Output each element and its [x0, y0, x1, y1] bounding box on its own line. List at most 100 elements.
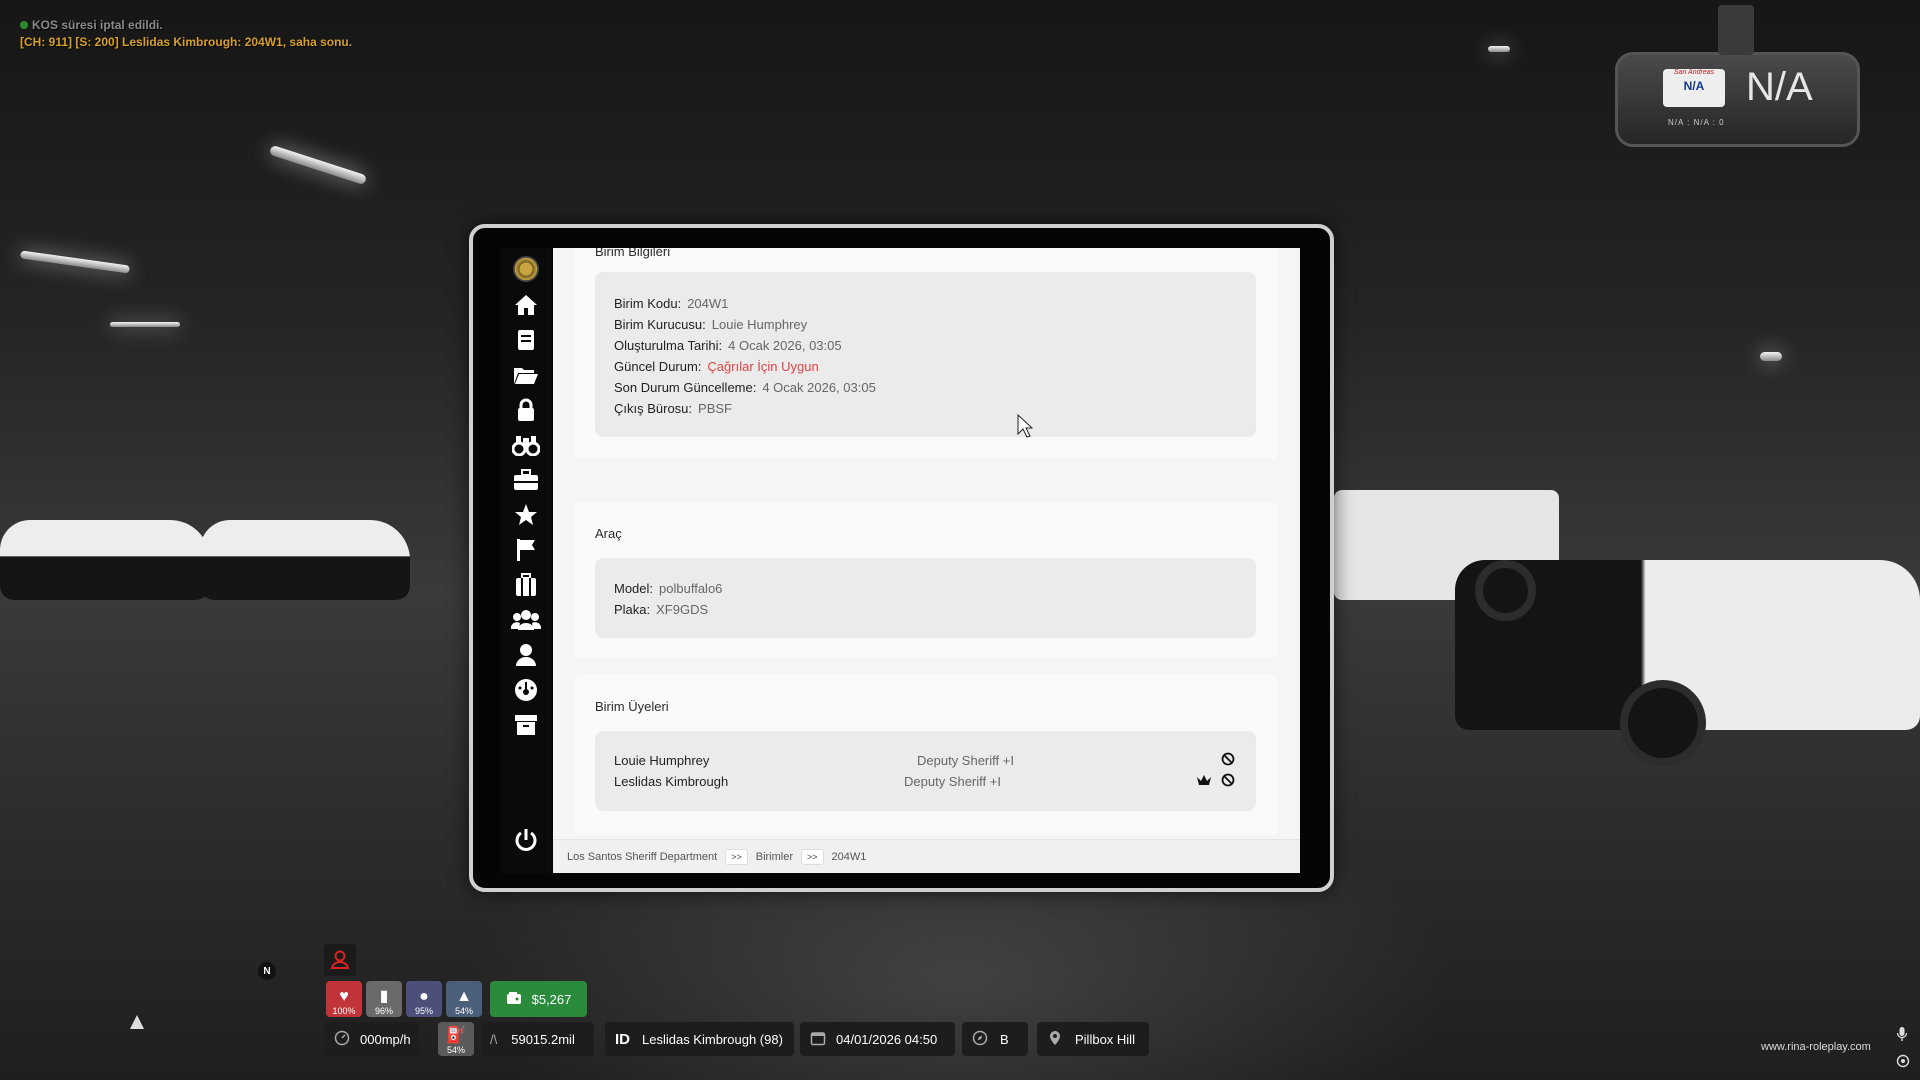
- website-watermark: www.rina-roleplay.com: [1761, 1041, 1871, 1053]
- crown-icon: [1196, 773, 1212, 790]
- armor-indicator: ▮ 96%: [366, 981, 402, 1017]
- location-display: Pillbox Hill: [1037, 1022, 1149, 1056]
- vehicle-box: Model: polbuffalo6 Plaka: XF9GDS: [595, 558, 1256, 638]
- license-plate: San Andreas N/A: [1663, 69, 1725, 107]
- dashboard-icon[interactable]: [501, 675, 551, 705]
- breadcrumb-separator: >>: [725, 848, 748, 865]
- speed-display: 000mp/h: [324, 1022, 419, 1056]
- field-unit-code: Birim Kodu: 204W1: [614, 296, 729, 311]
- wallet-icon: [506, 991, 522, 1008]
- odometer-value: 59015.2mil: [511, 1031, 575, 1047]
- briefcase-icon[interactable]: [501, 465, 551, 495]
- microphone-icon: [1896, 1026, 1908, 1047]
- hunger-indicator: ● 95%: [406, 981, 442, 1017]
- chat-line: KOS süresi iptal edildi.: [20, 18, 352, 32]
- user-icon[interactable]: [501, 640, 551, 670]
- department-badge-icon[interactable]: [501, 254, 551, 284]
- direction-value: B: [1000, 1031, 1009, 1047]
- road-icon: /\: [490, 1031, 498, 1047]
- suitcase-icon[interactable]: [501, 570, 551, 600]
- home-icon[interactable]: [501, 290, 551, 320]
- field-vehicle-plate: Plaka: XF9GDS: [614, 602, 709, 617]
- hunger-value: 95%: [414, 1006, 433, 1016]
- dashcam-mount: [1718, 5, 1754, 55]
- section-title: Birim Üyeleri: [595, 699, 669, 714]
- ceiling-light: [1488, 46, 1510, 52]
- car-wheel: [1620, 680, 1706, 766]
- breadcrumb-item: 204W1: [831, 850, 867, 863]
- ceiling-light: [19, 250, 131, 274]
- unit-info-section: Birim Bilgileri Birim Kodu: 204W1 Birim K…: [575, 248, 1278, 459]
- compass-icon: [972, 1030, 988, 1049]
- breadcrumb-item[interactable]: Los Santos Sheriff Department: [567, 851, 717, 863]
- status-dot-icon: [20, 21, 28, 29]
- breadcrumb-item[interactable]: Birimler: [756, 851, 793, 863]
- field-created-date: Oluşturulma Tarihi: 4 Ocak 2026, 03:05: [614, 338, 842, 353]
- remove-member-icon[interactable]: [1221, 773, 1235, 790]
- flag-icon[interactable]: [501, 535, 551, 565]
- folder-icon[interactable]: [501, 360, 551, 390]
- field-vehicle-model: Model: polbuffalo6: [614, 581, 723, 596]
- chat-log: KOS süresi iptal edildi. [CH: 911] [S: 2…: [20, 18, 352, 49]
- sidebar: [501, 248, 551, 873]
- breadcrumb-separator: >>: [801, 848, 824, 865]
- fuel-indicator: ⛽ 54%: [438, 1022, 474, 1056]
- ceiling-light: [1760, 352, 1782, 361]
- datetime-display: 04/01/2026 04:50: [800, 1022, 955, 1056]
- speedometer-icon: [334, 1030, 350, 1049]
- thirst-value: 54%: [454, 1006, 473, 1016]
- plate-state: San Andreas: [1673, 69, 1715, 76]
- dashcam-info: N/A : N/A : 0: [1668, 118, 1725, 127]
- dashcam-widget: San Andreas N/A N/A N/A : N/A : 0: [1615, 5, 1860, 147]
- fuel-value: 54%: [446, 1045, 465, 1055]
- location-value: Pillbox Hill: [1075, 1031, 1135, 1047]
- health-value: 100%: [332, 1006, 356, 1016]
- unit-info-box: Birim Kodu: 204W1 Birim Kurucusu: Louie Hu…: [595, 272, 1256, 437]
- food-icon: ●: [419, 988, 429, 1005]
- dashcam-speed-readout: N/A: [1746, 65, 1813, 109]
- archive-icon[interactable]: [501, 710, 551, 740]
- section-title: Birim Bilgileri: [595, 248, 671, 259]
- mdt-tablet: Birim Bilgileri Birim Kodu: 204W1 Birim K…: [469, 224, 1334, 892]
- vehicle-section: Araç Model: polbuffalo6 Plaka: XF9GDS: [575, 502, 1278, 658]
- member-rank: Deputy Sheriff +I: [904, 774, 1001, 789]
- breadcrumb: Los Santos Sheriff Department >> Birimle…: [553, 839, 1300, 873]
- section-title: Araç: [595, 526, 622, 541]
- odometer-display: /\ 59015.2mil: [482, 1022, 594, 1056]
- thirst-indicator: ▲ 54%: [446, 981, 482, 1017]
- compass-north-icon: N: [258, 962, 276, 980]
- money-display: $5,267: [490, 981, 587, 1017]
- heart-icon: ♥: [339, 988, 349, 1005]
- status-badge: Çağrılar İçin Uygun: [707, 359, 819, 374]
- speed-value: 000mp/h: [360, 1031, 411, 1047]
- player-id-display: ID Leslidas Kimbrough (98): [605, 1022, 794, 1056]
- player-name: Leslidas Kimbrough (98): [642, 1031, 783, 1047]
- player-position-icon: [130, 1015, 144, 1029]
- unit-detail-content[interactable]: Birim Bilgileri Birim Kodu: 204W1 Birim K…: [553, 248, 1300, 838]
- mouse-cursor-icon: [1017, 414, 1033, 438]
- members-section: Birim Üyeleri Louie Humphrey Deputy Sher…: [575, 675, 1278, 835]
- water-bottle-icon: ▲: [456, 988, 472, 1005]
- tablet-screen: Birim Bilgileri Birim Kodu: 204W1 Birim K…: [553, 248, 1300, 873]
- member-rank: Deputy Sheriff +I: [917, 753, 1014, 768]
- group-icon[interactable]: [501, 605, 551, 635]
- id-label: ID: [615, 1030, 630, 1048]
- map-pin-icon: [1049, 1030, 1061, 1049]
- car-wheel: [1475, 560, 1536, 621]
- background-police-car: [200, 520, 410, 600]
- person-icon: [324, 944, 356, 976]
- remove-member-icon[interactable]: [1221, 752, 1235, 769]
- star-icon[interactable]: [501, 500, 551, 530]
- lock-icon[interactable]: [501, 395, 551, 425]
- background-police-car: [0, 520, 210, 600]
- voice-range-icon: [1896, 1054, 1910, 1073]
- ceiling-light: [268, 144, 368, 186]
- binoculars-icon[interactable]: [501, 430, 551, 460]
- notes-icon[interactable]: [501, 325, 551, 355]
- armor-icon: ▮: [379, 988, 389, 1005]
- fuel-pump-icon: ⛽: [446, 1027, 466, 1044]
- calendar-icon: [810, 1030, 826, 1049]
- field-exit-office: Çıkış Bürosu: PBSF: [614, 401, 732, 416]
- member-name: Leslidas Kimbrough: [614, 774, 729, 789]
- power-icon[interactable]: [501, 825, 551, 855]
